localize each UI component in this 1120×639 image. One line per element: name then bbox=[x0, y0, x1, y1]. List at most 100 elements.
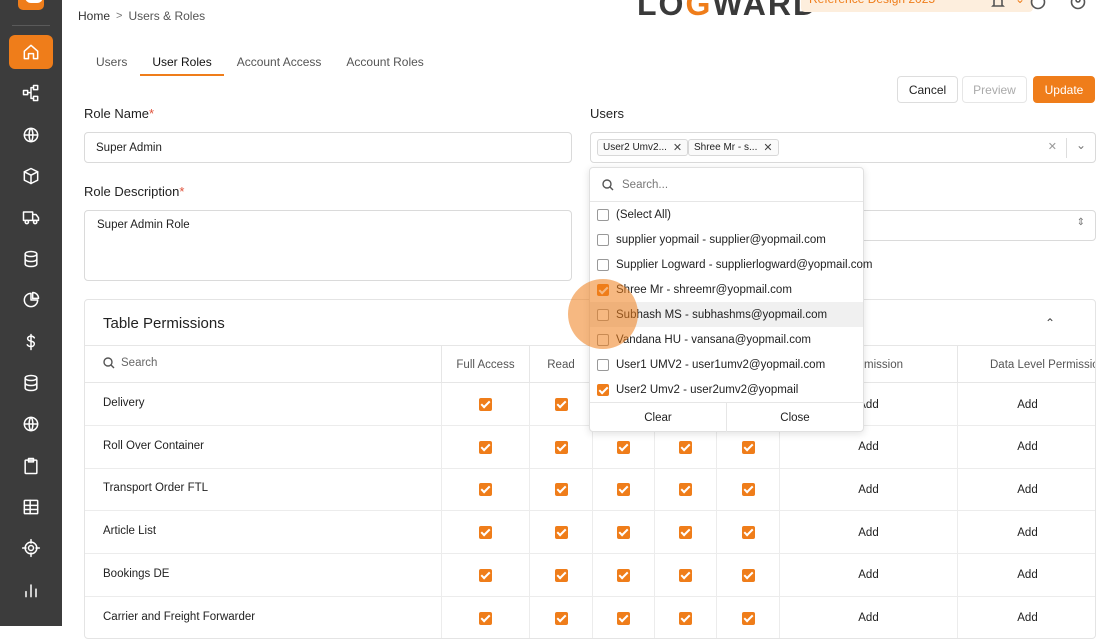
checkbox-checked[interactable] bbox=[555, 398, 568, 411]
checkbox-checked[interactable] bbox=[617, 441, 630, 454]
checkbox-checked[interactable] bbox=[479, 483, 492, 496]
close-button[interactable]: Close bbox=[727, 403, 863, 432]
clear-button[interactable]: Clear bbox=[590, 403, 727, 432]
tab-users[interactable]: Users bbox=[84, 44, 139, 76]
dropdown-option[interactable]: User2 Umv2 - user2umv2@yopmail bbox=[590, 377, 863, 402]
cancel-button[interactable]: Cancel bbox=[897, 76, 958, 103]
dropdown-search-input[interactable]: Search... bbox=[590, 168, 863, 202]
user-chip[interactable]: Shree Mr - s...✕ bbox=[688, 139, 779, 156]
checkbox-checked[interactable] bbox=[742, 612, 755, 625]
checkbox-checked[interactable] bbox=[555, 526, 568, 539]
permission-cell bbox=[716, 597, 779, 639]
checkbox-checked[interactable] bbox=[479, 612, 492, 625]
tab-user-roles[interactable]: User Roles bbox=[140, 44, 223, 76]
user-icon[interactable] bbox=[1070, 0, 1086, 10]
checkbox-checked[interactable] bbox=[679, 526, 692, 539]
checkbox[interactable] bbox=[597, 309, 609, 321]
checkbox[interactable] bbox=[597, 209, 609, 221]
truck-icon[interactable] bbox=[9, 200, 53, 234]
dropdown-option[interactable]: User1 UMV2 - user1umv2@yopmail.com bbox=[590, 352, 863, 377]
dollar-icon[interactable] bbox=[9, 325, 53, 359]
add-button[interactable]: Add bbox=[779, 426, 957, 469]
add-button[interactable]: Add bbox=[957, 383, 1096, 426]
dropdown-option[interactable]: supplier yopmail - supplier@yopmail.com bbox=[590, 227, 863, 252]
add-button[interactable]: Add bbox=[779, 554, 957, 597]
checkbox-checked[interactable] bbox=[597, 284, 609, 296]
tab-account-access[interactable]: Account Access bbox=[225, 44, 334, 76]
add-button[interactable]: Add bbox=[779, 468, 957, 511]
checkbox-checked[interactable] bbox=[679, 612, 692, 625]
network-globe-icon[interactable] bbox=[9, 407, 53, 441]
chevron-up-icon[interactable]: ⌃ bbox=[1045, 316, 1055, 330]
checkbox-checked[interactable] bbox=[617, 483, 630, 496]
dropdown-option[interactable]: (Select All) bbox=[590, 202, 863, 227]
bar-chart-icon[interactable] bbox=[9, 573, 53, 607]
home-icon[interactable] bbox=[9, 35, 53, 69]
checkbox-checked[interactable] bbox=[742, 569, 755, 582]
checkbox-checked[interactable] bbox=[479, 398, 492, 411]
add-button[interactable]: Add bbox=[957, 511, 1096, 554]
checkbox-checked[interactable] bbox=[555, 612, 568, 625]
close-icon[interactable]: ✕ bbox=[673, 141, 682, 154]
checkbox-checked[interactable] bbox=[555, 483, 568, 496]
target-icon[interactable] bbox=[9, 531, 53, 565]
help-icon[interactable] bbox=[1030, 0, 1046, 10]
role-name-input[interactable]: Super Admin bbox=[84, 132, 572, 163]
close-icon[interactable]: ✕ bbox=[763, 141, 772, 154]
dropdown-option[interactable]: Vandana HU - vansana@yopmail.com bbox=[590, 327, 863, 352]
table-search[interactable]: Search bbox=[103, 357, 157, 369]
checkbox[interactable] bbox=[597, 259, 609, 271]
add-button[interactable]: Add bbox=[779, 511, 957, 554]
pie-chart-icon[interactable] bbox=[9, 283, 53, 317]
checkbox-checked[interactable] bbox=[479, 526, 492, 539]
preview-button[interactable]: Preview bbox=[962, 76, 1027, 103]
checkbox-checked[interactable] bbox=[479, 441, 492, 454]
checkbox-checked[interactable] bbox=[742, 526, 755, 539]
checkbox-checked[interactable] bbox=[742, 441, 755, 454]
checkbox-checked[interactable] bbox=[679, 569, 692, 582]
add-button[interactable]: Add bbox=[957, 426, 1096, 469]
logo-icon[interactable] bbox=[18, 0, 44, 10]
checkbox-checked[interactable] bbox=[742, 483, 755, 496]
role-description-textarea[interactable]: Super Admin Role bbox=[84, 210, 572, 281]
checkbox-checked[interactable] bbox=[617, 612, 630, 625]
permission-cell bbox=[592, 511, 654, 554]
checkbox[interactable] bbox=[597, 359, 609, 371]
checkbox-checked[interactable] bbox=[479, 569, 492, 582]
option-label: Vandana HU - vansana@yopmail.com bbox=[616, 334, 811, 346]
breadcrumb-home[interactable]: Home bbox=[78, 9, 110, 23]
add-button[interactable]: Add bbox=[957, 554, 1096, 597]
checkbox-checked[interactable] bbox=[679, 441, 692, 454]
globe-icon[interactable] bbox=[9, 118, 53, 152]
permission-cell bbox=[529, 426, 592, 469]
clipboard-icon[interactable] bbox=[9, 449, 53, 483]
checkbox-checked[interactable] bbox=[617, 569, 630, 582]
checkbox-checked[interactable] bbox=[597, 384, 609, 396]
dropdown-option[interactable]: Supplier Logward - supplierlogward@yopma… bbox=[590, 252, 863, 277]
add-button[interactable]: Add bbox=[779, 597, 957, 639]
checkbox-checked[interactable] bbox=[679, 483, 692, 496]
option-label: Supplier Logward - supplierlogward@yopma… bbox=[616, 259, 873, 271]
permission-cell bbox=[529, 511, 592, 554]
update-button[interactable]: Update bbox=[1033, 76, 1095, 103]
checkbox-checked[interactable] bbox=[555, 441, 568, 454]
user-chip[interactable]: User2 Umv2...✕ bbox=[597, 139, 688, 156]
package-icon[interactable] bbox=[9, 159, 53, 193]
workflow-icon[interactable] bbox=[9, 76, 53, 110]
storage-icon[interactable] bbox=[9, 366, 53, 400]
clear-icon[interactable]: ✕ bbox=[1048, 140, 1057, 153]
checkbox-checked[interactable] bbox=[555, 569, 568, 582]
checkbox-checked[interactable] bbox=[617, 526, 630, 539]
dropdown-option[interactable]: Subhash MS - subhashms@yopmail.com bbox=[590, 302, 863, 327]
dropdown-option[interactable]: Shree Mr - shreemr@yopmail.com bbox=[590, 277, 863, 302]
add-button[interactable]: Add bbox=[957, 597, 1096, 639]
checkbox[interactable] bbox=[597, 334, 609, 346]
users-multiselect[interactable]: User2 Umv2...✕ Shree Mr - s...✕ ✕ ⌄ bbox=[590, 132, 1096, 163]
grid-layout-icon[interactable] bbox=[9, 490, 53, 524]
checkbox[interactable] bbox=[597, 234, 609, 246]
tab-account-roles[interactable]: Account Roles bbox=[334, 44, 435, 76]
add-button[interactable]: Add bbox=[957, 468, 1096, 511]
database-icon[interactable] bbox=[9, 242, 53, 276]
chevron-down-icon[interactable]: ⌄ bbox=[1076, 138, 1086, 152]
bell-icon[interactable] bbox=[990, 0, 1006, 10]
